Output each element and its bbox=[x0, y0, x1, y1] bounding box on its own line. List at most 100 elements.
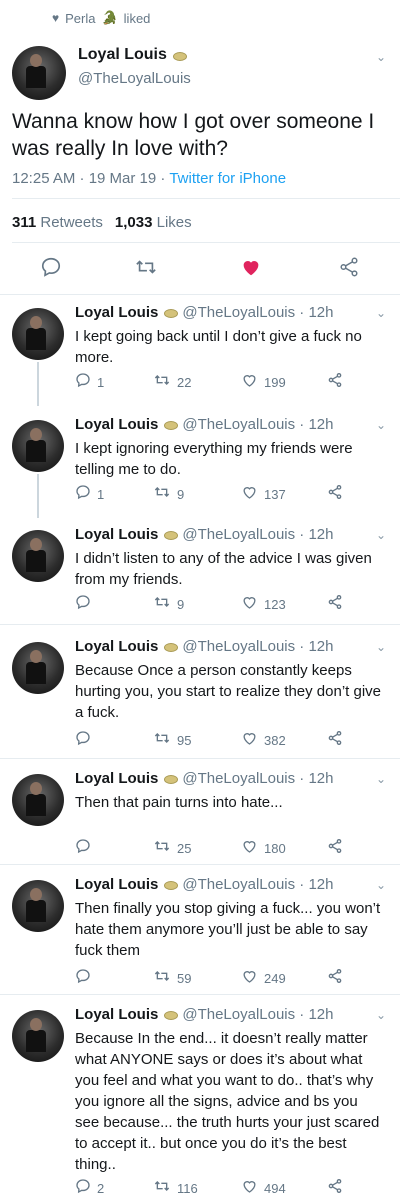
share-icon bbox=[327, 372, 343, 392]
author-handle-time[interactable]: @TheLoyalLouis · 12h bbox=[182, 526, 333, 543]
heart-icon bbox=[241, 372, 258, 392]
reply-count: 1 bbox=[97, 374, 105, 390]
author-handle[interactable]: @TheLoyalLouis bbox=[78, 70, 191, 87]
like-count: 199 bbox=[264, 374, 286, 390]
avatar[interactable] bbox=[12, 1010, 64, 1062]
like-button[interactable]: 382 bbox=[241, 730, 286, 750]
retweet-icon bbox=[153, 838, 171, 858]
reply-icon bbox=[75, 730, 91, 750]
liked-by-emoji: 🐊 bbox=[101, 10, 118, 25]
author-name[interactable]: Loyal Louis bbox=[78, 46, 187, 64]
avatar[interactable] bbox=[12, 774, 64, 826]
retweet-count: 9 bbox=[177, 596, 185, 612]
retweet-count: 116 bbox=[177, 1180, 198, 1196]
reply-icon bbox=[75, 838, 91, 858]
retweet-button[interactable]: 22 bbox=[153, 372, 191, 392]
retweet-count: 25 bbox=[177, 840, 192, 856]
share-button[interactable] bbox=[327, 968, 343, 988]
share-button[interactable] bbox=[327, 1178, 343, 1198]
like-button[interactable]: 123 bbox=[241, 594, 286, 614]
reply-button[interactable] bbox=[75, 968, 97, 988]
reply-icon bbox=[75, 484, 91, 504]
avatar[interactable] bbox=[12, 46, 66, 100]
chevron-down-icon[interactable]: ⌄ bbox=[376, 772, 386, 786]
share-button[interactable] bbox=[327, 372, 343, 392]
retweet-button[interactable]: 95 bbox=[153, 730, 191, 750]
reply-button[interactable] bbox=[75, 594, 97, 614]
author-handle-time[interactable]: @TheLoyalLouis · 12h bbox=[182, 876, 333, 893]
like-button[interactable]: 180 bbox=[241, 838, 286, 858]
tweet-source-link[interactable]: Twitter for iPhone bbox=[169, 170, 286, 187]
chevron-down-icon[interactable]: ⌄ bbox=[376, 50, 386, 64]
tweet-text: Because Once a person constantly keeps h… bbox=[75, 662, 382, 721]
chevron-down-icon[interactable]: ⌄ bbox=[376, 418, 386, 432]
tweet-text: Because In the end... it doesn’t really … bbox=[75, 1030, 380, 1173]
retweet-count: 95 bbox=[177, 732, 192, 748]
retweet-icon bbox=[153, 1178, 171, 1198]
retweets-stat[interactable]: 311 Retweets bbox=[12, 214, 103, 231]
retweet-button[interactable]: 116 bbox=[153, 1178, 198, 1198]
author-name[interactable]: Loyal Louis bbox=[75, 304, 158, 321]
author-name[interactable]: Loyal Louis bbox=[75, 526, 158, 543]
reply-button[interactable] bbox=[75, 838, 97, 858]
action-bar: 59 249 bbox=[75, 968, 365, 986]
liked-by-name[interactable]: Perla bbox=[65, 11, 95, 26]
avatar[interactable] bbox=[12, 530, 64, 582]
liked-by-header: ♥ Perla 🐊 liked bbox=[52, 8, 150, 28]
likes-stat[interactable]: 1,033 Likes bbox=[115, 214, 192, 231]
retweet-button[interactable]: 59 bbox=[153, 968, 191, 988]
reply-count: 2 bbox=[97, 1180, 105, 1196]
divider bbox=[0, 758, 400, 759]
chevron-down-icon[interactable]: ⌄ bbox=[376, 878, 386, 892]
share-button[interactable] bbox=[327, 594, 343, 614]
like-button[interactable]: 137 bbox=[241, 484, 286, 504]
divider bbox=[12, 198, 400, 199]
reply-icon[interactable] bbox=[40, 256, 62, 283]
share-icon[interactable] bbox=[338, 256, 360, 283]
chevron-down-icon[interactable]: ⌄ bbox=[376, 1008, 386, 1022]
reply-button[interactable]: 1 bbox=[75, 484, 104, 504]
retweet-button[interactable]: 9 bbox=[153, 594, 184, 614]
author-name[interactable]: Loyal Louis bbox=[75, 770, 158, 787]
author-name-text[interactable]: Loyal Louis bbox=[78, 46, 167, 64]
reply-button[interactable]: 1 bbox=[75, 372, 104, 392]
author-handle-time[interactable]: @TheLoyalLouis · 12h bbox=[182, 1006, 333, 1023]
chevron-down-icon[interactable]: ⌄ bbox=[376, 528, 386, 542]
author-handle-time[interactable]: @TheLoyalLouis · 12h bbox=[182, 638, 333, 655]
like-count: 382 bbox=[264, 732, 286, 748]
avatar[interactable] bbox=[12, 642, 64, 694]
reply-icon bbox=[75, 1178, 91, 1198]
retweets-count: 311 bbox=[12, 214, 37, 231]
chevron-down-icon[interactable]: ⌄ bbox=[376, 306, 386, 320]
like-button[interactable]: 199 bbox=[241, 372, 286, 392]
divider bbox=[0, 294, 400, 295]
author-handle-time[interactable]: @TheLoyalLouis · 12h bbox=[182, 304, 333, 321]
author-handle-time[interactable]: @TheLoyalLouis · 12h bbox=[182, 770, 333, 787]
avatar[interactable] bbox=[12, 880, 64, 932]
avatar[interactable] bbox=[12, 420, 64, 472]
like-button[interactable]: 249 bbox=[241, 968, 286, 988]
author-handle-time[interactable]: @TheLoyalLouis · 12h bbox=[182, 416, 333, 433]
like-button[interactable]: 494 bbox=[241, 1178, 286, 1198]
share-button[interactable] bbox=[327, 484, 343, 504]
chevron-down-icon[interactable]: ⌄ bbox=[376, 640, 386, 654]
author-name[interactable]: Loyal Louis bbox=[75, 1006, 158, 1023]
share-button[interactable] bbox=[327, 838, 343, 858]
author-name[interactable]: Loyal Louis bbox=[75, 876, 158, 893]
author-name[interactable]: Loyal Louis bbox=[75, 638, 158, 655]
retweet-icon[interactable] bbox=[134, 256, 158, 283]
crown-badge-icon bbox=[162, 307, 179, 318]
reply-button[interactable]: 2 bbox=[75, 1178, 104, 1198]
like-count: 494 bbox=[264, 1180, 286, 1196]
action-bar: 9 123 bbox=[75, 594, 365, 612]
heart-icon: ♥ bbox=[52, 11, 60, 25]
reply-button[interactable] bbox=[75, 730, 97, 750]
author-name[interactable]: Loyal Louis bbox=[75, 416, 158, 433]
retweet-button[interactable]: 9 bbox=[153, 484, 184, 504]
retweet-button[interactable]: 25 bbox=[153, 838, 191, 858]
share-button[interactable] bbox=[327, 730, 343, 750]
tweet-text: I didn’t listen to any of the advice I w… bbox=[75, 550, 372, 588]
heart-icon[interactable] bbox=[240, 256, 262, 283]
reply-header: Loyal Louis @TheLoyalLouis · 12h bbox=[75, 416, 334, 433]
avatar[interactable] bbox=[12, 308, 64, 360]
